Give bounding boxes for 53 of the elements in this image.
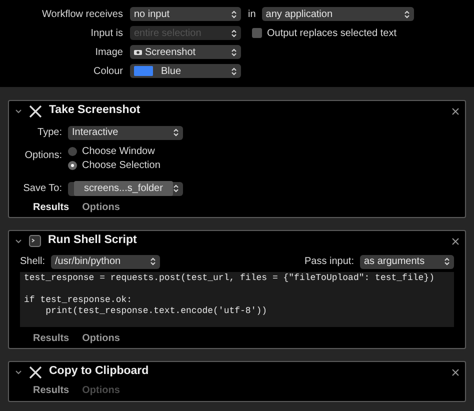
stepper-icon bbox=[231, 10, 237, 18]
application-dropdown[interactable]: any application bbox=[262, 7, 414, 21]
shell-dropdown[interactable]: /usr/bin/python bbox=[51, 254, 160, 268]
stepper-icon bbox=[231, 48, 237, 56]
radio-option[interactable]: Choose Window bbox=[68, 145, 160, 157]
tab[interactable]: Options bbox=[82, 331, 120, 346]
terminal-icon bbox=[29, 235, 41, 247]
stepper-icon bbox=[173, 128, 179, 137]
field-label: Save To: bbox=[22, 182, 62, 196]
stepper-icon bbox=[173, 184, 179, 193]
field-label: Workflow receives bbox=[41, 8, 124, 22]
stepper-icon bbox=[150, 257, 156, 266]
colour-swatch bbox=[134, 66, 153, 76]
field-label: in bbox=[248, 8, 256, 22]
field-label: Pass input: bbox=[304, 255, 354, 269]
action-title: Take Screenshot bbox=[49, 103, 140, 118]
stepper-icon bbox=[444, 257, 450, 266]
disclosure-toggle[interactable] bbox=[15, 368, 23, 376]
close-button[interactable] bbox=[452, 238, 459, 244]
tab[interactable]: Results bbox=[33, 383, 70, 398]
field-label: Image bbox=[94, 46, 124, 60]
action-title: Copy to Clipboard bbox=[49, 364, 149, 380]
save-location-dropdown[interactable]: screens...s_folder bbox=[68, 182, 183, 196]
field-label: Colour bbox=[92, 64, 124, 78]
output-replaces-checkbox[interactable]: Output replaces selected text bbox=[252, 26, 397, 40]
disclosure-toggle[interactable] bbox=[15, 107, 23, 115]
code-line: if test_response.ok: bbox=[24, 295, 134, 306]
tab[interactable]: Options bbox=[82, 200, 120, 215]
colour-dropdown[interactable]: Blue bbox=[130, 64, 241, 78]
field-label: Type: bbox=[36, 126, 62, 140]
tab[interactable]: Results bbox=[33, 331, 70, 346]
pass-input-dropdown[interactable]: as arguments bbox=[360, 254, 454, 268]
action-title: Run Shell Script bbox=[48, 233, 137, 248]
tools-icon bbox=[29, 366, 42, 378]
input-type-dropdown[interactable]: no input bbox=[130, 7, 241, 21]
disclosure-toggle[interactable] bbox=[15, 237, 23, 245]
stepper-icon bbox=[404, 10, 410, 18]
field-label: Input is bbox=[90, 26, 124, 40]
field-label: Shell: bbox=[20, 255, 46, 269]
close-button[interactable] bbox=[452, 368, 459, 376]
type-dropdown[interactable]: Interactive bbox=[68, 126, 183, 140]
tools-icon bbox=[29, 104, 42, 118]
camera-icon bbox=[134, 49, 142, 55]
stepper-icon bbox=[231, 28, 237, 38]
code-editor[interactable]: test_response = requests.post(test_url, files = {"fileToUpload": test_file}) if test_response.ok: print(test_response.text.encode('utf-8')) bbox=[20, 272, 454, 327]
close-button[interactable] bbox=[452, 108, 459, 114]
radio-option[interactable]: Choose Selection bbox=[68, 159, 160, 171]
image-dropdown[interactable]: Screenshot bbox=[130, 45, 241, 59]
tab[interactable]: Results bbox=[33, 200, 70, 215]
stepper-icon bbox=[231, 66, 237, 76]
code-line: test_response = requests.post(test_url, files = {"fileToUpload": test_file}) bbox=[24, 273, 436, 284]
field-label: Options: bbox=[24, 149, 62, 163]
code-line: print(test_response.text.encode('utf-8')) bbox=[44, 306, 268, 317]
